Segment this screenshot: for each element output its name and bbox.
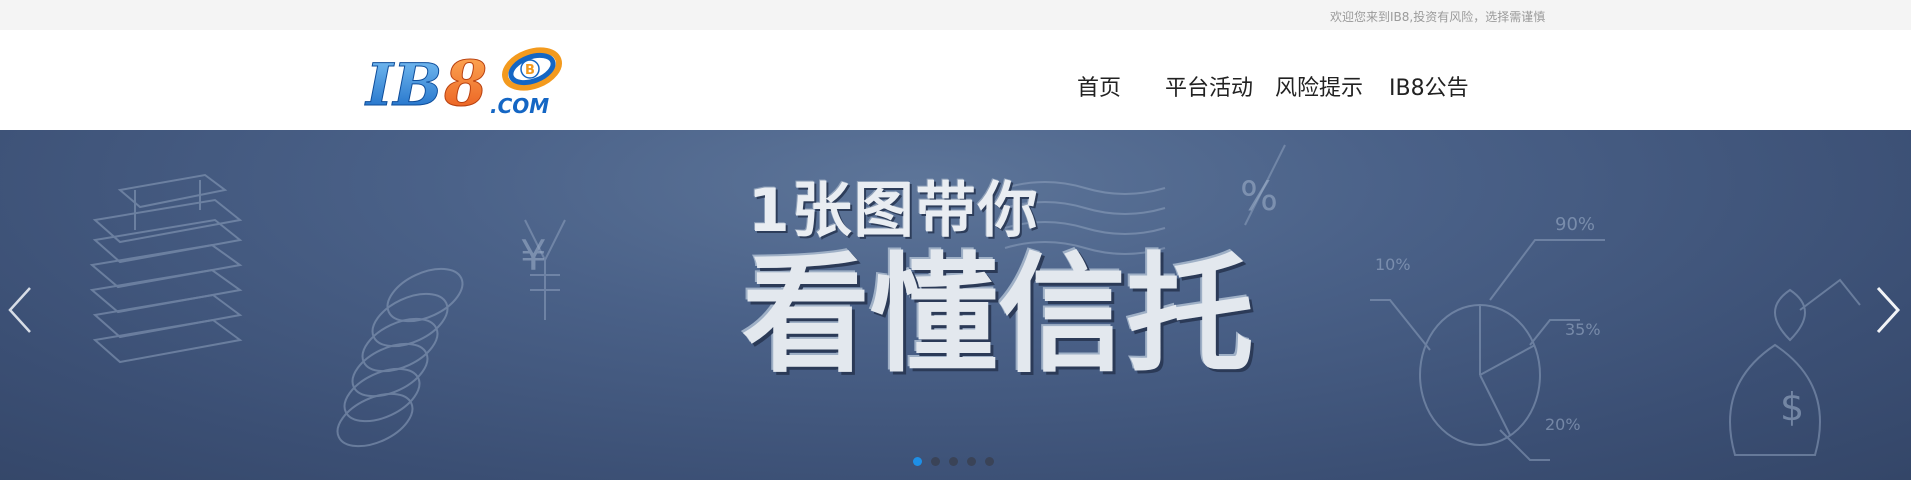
nav-announcements[interactable]: IB8公告 [1389,70,1469,102]
headline-line-2: 看懂信托 [742,241,1255,390]
arrow-left-icon [8,287,31,333]
nav-risk-warning[interactable]: 风险提示 [1275,70,1363,102]
header: IB 8 B .COM 首页 平台活动 风险提示 IB8公告 [0,30,1911,130]
arrow-right-icon [1876,286,1901,334]
nav-activities[interactable]: 平台活动 [1165,70,1253,102]
top-bar: 欢迎您来到IB8,投资有风险，选择需谨慎 [0,0,1911,30]
prev-slide-button[interactable] [2,280,42,340]
nav-home[interactable]: 首页 [1077,70,1121,102]
slide-dot-1[interactable] [913,457,922,466]
slide-dot-4[interactable] [967,457,976,466]
welcome-text: 欢迎您来到IB8,投资有风险，选择需谨慎 [1330,10,1546,24]
next-slide-button[interactable] [1866,280,1906,340]
hero-banner[interactable]: % 10% 90% 35% 20% $ ¥ 1张图带你 看懂信托 [0,130,1911,480]
main-nav: 首页 平台活动 风险提示 IB8公告 [0,70,1911,110]
slide-dot-3[interactable] [949,457,958,466]
slide-dot-2[interactable] [931,457,940,466]
slide-dot-5[interactable] [985,457,994,466]
headline-line-1: 1张图带你 [748,176,1040,246]
banner-headline: 1张图带你 看懂信托 [0,130,1911,480]
